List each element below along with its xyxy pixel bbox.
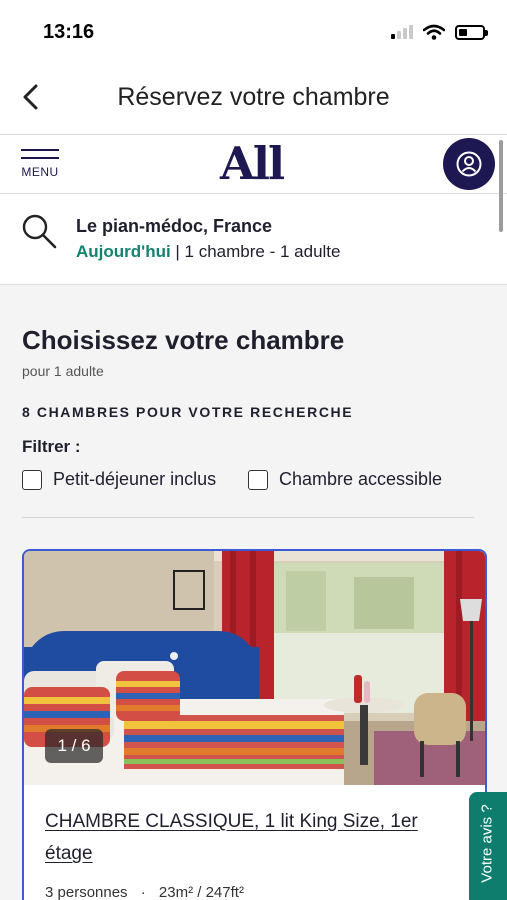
menu-icon	[20, 149, 60, 159]
menu-button[interactable]: MENU	[20, 149, 60, 179]
room-card[interactable]: 1 / 6 CHAMBRE CLASSIQUE, 1 lit King Size…	[22, 549, 487, 900]
wifi-icon	[423, 24, 445, 40]
search-details: Aujourd'hui | 1 chambre - 1 adulte	[76, 242, 340, 262]
site-header: MENU All	[0, 135, 507, 194]
signal-icon	[391, 25, 413, 39]
search-occupancy: | 1 chambre - 1 adulte	[170, 242, 341, 261]
room-info: 3 personnes · 23m² / 247ft²	[45, 884, 244, 900]
page-title: Réservez votre chambre	[117, 83, 390, 111]
feedback-button[interactable]: Votre avis ?	[469, 792, 507, 900]
brand-logo[interactable]: All	[220, 137, 285, 190]
app-nav-bar: Réservez votre chambre	[0, 62, 507, 135]
checkbox-icon[interactable]	[248, 469, 268, 490]
filter-label: Filtrer :	[22, 437, 81, 456]
battery-icon	[455, 24, 488, 40]
filter-breakfast[interactable]: Petit-déjeuner inclus	[22, 469, 216, 490]
account-button[interactable]	[443, 138, 495, 190]
room-size: 23m² / 247ft²	[158, 884, 244, 900]
section-subtitle: pour 1 adulte	[22, 363, 104, 379]
search-date: Aujourd'hui	[76, 242, 171, 261]
search-summary[interactable]: Le pian-médoc, France Aujourd'hui | 1 ch…	[0, 194, 507, 285]
filter-accessible-label: Chambre accessible	[279, 469, 443, 489]
search-icon	[22, 214, 57, 249]
status-bar: 13:16	[0, 0, 507, 62]
scrollbar[interactable]	[499, 140, 503, 232]
status-icons	[391, 24, 488, 40]
photo-counter: 1 / 6	[45, 729, 103, 763]
section-title: Choisissez votre chambre	[22, 325, 345, 355]
menu-label: MENU	[21, 165, 59, 179]
info-separator: ·	[140, 884, 146, 900]
room-capacity: 3 personnes	[45, 884, 128, 900]
checkbox-icon[interactable]	[22, 469, 42, 490]
status-time: 13:16	[43, 21, 95, 43]
result-count: 8 CHAMBRES POUR VOTRE RECHERCHE	[22, 404, 354, 420]
feedback-label: Votre avis ?	[478, 804, 496, 883]
destination-text: Le pian-médoc, France	[76, 216, 273, 236]
account-icon	[456, 151, 482, 177]
filter-accessible[interactable]: Chambre accessible	[248, 469, 442, 490]
divider	[22, 517, 474, 518]
web-content: MENU All Le pian-médoc, France Aujourd'h…	[0, 135, 507, 900]
filter-breakfast-label: Petit-déjeuner inclus	[53, 469, 217, 489]
room-title-link[interactable]: CHAMBRE CLASSIQUE, 1 lit King Size, 1er …	[45, 806, 455, 870]
room-photo[interactable]: 1 / 6	[24, 551, 485, 785]
